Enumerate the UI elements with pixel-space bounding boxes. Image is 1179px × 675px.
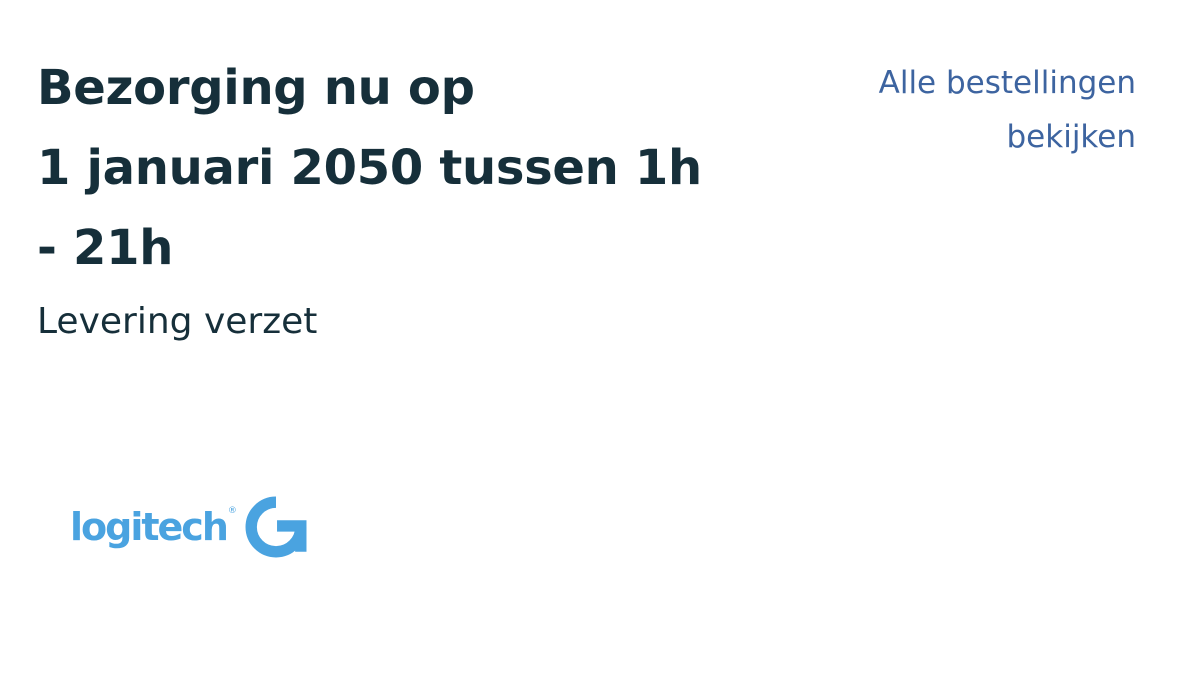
delivery-headline-line-1: Bezorging nu op (37, 60, 475, 116)
delivery-headline-line-2: 1 januari 2050 tussen 1h (37, 140, 702, 196)
delivery-status: Levering verzet (37, 301, 318, 342)
view-all-orders-link-line-2[interactable]: bekijken (879, 110, 1137, 164)
delivery-headline: Bezorging nu op 1 januari 2050 tussen 1h… (37, 48, 777, 288)
delivery-card: Bezorging nu op 1 januari 2050 tussen 1h… (0, 0, 1179, 675)
delivery-headline-line-3: - 21h (37, 220, 174, 276)
brand-wordmark: logitech (70, 505, 229, 549)
brand-registered-mark: ® (227, 506, 237, 516)
view-all-orders-link-line-1[interactable]: Alle bestellingen (879, 56, 1136, 110)
brand-logo: logitech ® (70, 492, 307, 562)
logitech-g-icon (245, 496, 307, 558)
view-all-orders-link[interactable]: Alle bestellingen bekijken (879, 56, 1136, 164)
